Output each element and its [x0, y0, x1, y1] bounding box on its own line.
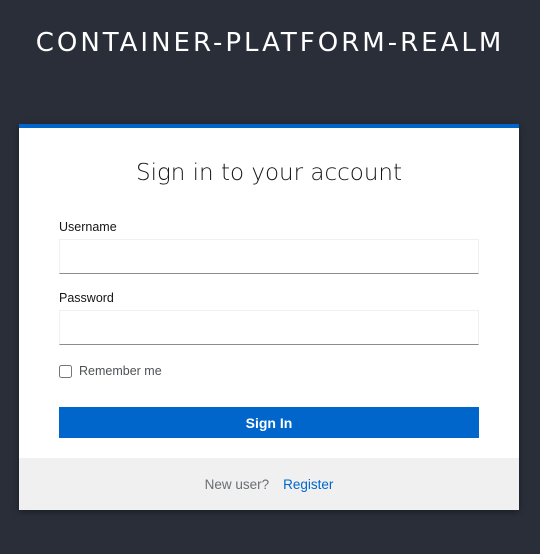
login-card: Sign in to your account Username Passwor… — [19, 124, 519, 510]
remember-me-label[interactable]: Remember me — [79, 364, 162, 378]
remember-me-checkbox[interactable] — [59, 364, 72, 378]
realm-name-header: CONTAINER-PLATFORM-REALM — [35, 28, 505, 58]
sign-in-button[interactable]: Sign In — [59, 407, 479, 438]
username-input[interactable] — [59, 239, 479, 274]
password-input[interactable] — [59, 310, 479, 345]
register-link[interactable]: Register — [283, 477, 333, 492]
username-label: Username — [59, 220, 117, 234]
password-label: Password — [59, 291, 114, 305]
remember-me-row: Remember me — [59, 364, 162, 378]
card-title: Sign in to your account — [135, 160, 403, 186]
registration-footer: New user? Register — [19, 458, 519, 510]
new-user-text: New user? — [204, 476, 270, 492]
